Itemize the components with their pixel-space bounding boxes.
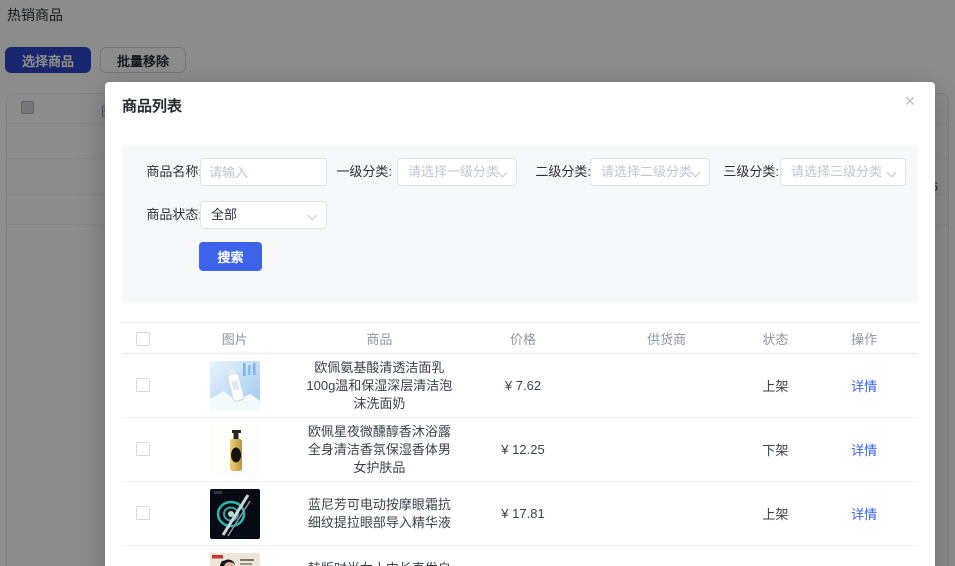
product-image-cell <box>164 552 306 566</box>
chevron-down-icon <box>690 167 701 178</box>
row-action-cell: 详情 <box>810 504 918 524</box>
category3-select[interactable]: 请选择三级分类 <box>780 158 906 186</box>
product-table: 图片 商品 价格 供货商 状态 操作 欧佩氨基酸清透洁面乳100g温和保湿深层清… <box>122 322 918 566</box>
product-image-cell <box>164 488 306 539</box>
table-row: 欧佩星夜微醺醇香沐浴露全身清洁香氛保湿香体男女护肤品 ¥ 12.25 下架 详情 <box>122 418 918 482</box>
category1-label: 一级分类: <box>336 164 392 179</box>
search-button[interactable]: 搜索 <box>199 242 262 271</box>
column-header-price: 价格 <box>509 331 536 347</box>
category1-select-value: 请选择一级分类 <box>408 164 500 179</box>
table-row: 韩版时尚女士中长直发自然假发套 <box>122 546 918 566</box>
product-price: ¥ 12.25 <box>501 442 545 457</box>
product-name: 欧佩氨基酸清透洁面乳100g温和保湿深层清洁泡沫洗面奶 <box>306 359 453 411</box>
detail-link[interactable]: 详情 <box>851 379 877 394</box>
row-action-cell: 详情 <box>810 376 918 396</box>
row-checkbox-cell <box>122 441 164 459</box>
product-image <box>209 552 260 566</box>
close-icon[interactable]: ✕ <box>899 90 921 112</box>
column-header-product: 商品 <box>366 331 393 347</box>
product-status: 上架 <box>762 379 789 394</box>
modal-title: 商品列表 <box>122 98 183 115</box>
detail-link[interactable]: 详情 <box>851 443 877 458</box>
product-list-modal: 商品列表 ✕ 商品名称: 一级分类: 请选择一级分类 二级分类: 请选择二级分类… <box>105 82 935 566</box>
category3-label: 三级分类: <box>723 164 779 179</box>
product-name: 韩版时尚女士中长直发自然假发套 <box>306 560 454 566</box>
select-all-checkbox[interactable] <box>135 331 150 346</box>
category2-select[interactable]: 请选择二级分类 <box>590 158 710 186</box>
product-image <box>209 488 260 539</box>
product-status: 下架 <box>762 443 789 458</box>
table-row: 欧佩氨基酸清透洁面乳100g温和保湿深层清洁泡沫洗面奶 ¥ 7.62 上架 详情 <box>122 354 918 418</box>
product-price: ¥ 17.81 <box>501 506 545 521</box>
product-image <box>209 424 260 475</box>
table-row: 蓝尼芳可电动按摩眼霜抗细纹提拉眼部导入精华液 ¥ 17.81 上架 详情 <box>122 482 918 546</box>
product-image-cell <box>164 424 306 475</box>
row-checkbox-cell <box>122 377 164 395</box>
column-header-image: 图片 <box>221 331 248 347</box>
product-name-label: 商品名称: <box>146 164 202 179</box>
product-image <box>209 360 260 411</box>
row-checkbox[interactable] <box>135 442 150 457</box>
product-name: 蓝尼芳可电动按摩眼霜抗细纹提拉眼部导入精华液 <box>307 496 451 530</box>
category3-select-value: 请选择三级分类 <box>791 164 883 179</box>
product-status: 上架 <box>762 507 789 522</box>
product-table-body: 欧佩氨基酸清透洁面乳100g温和保湿深层清洁泡沫洗面奶 ¥ 7.62 上架 详情 欧佩星… <box>122 354 918 566</box>
product-name: 欧佩星夜微醺醇香沐浴露全身清洁香氛保湿香体男女护肤品 <box>307 423 451 475</box>
product-status-label: 商品状态: <box>146 207 202 222</box>
row-checkbox[interactable] <box>135 378 150 393</box>
product-name-input[interactable] <box>200 158 327 186</box>
product-status-select-value: 全部 <box>211 207 238 222</box>
product-price: ¥ 7.62 <box>504 378 542 393</box>
chevron-down-icon <box>307 210 318 221</box>
category1-select[interactable]: 请选择一级分类 <box>397 158 517 186</box>
row-checkbox-cell <box>122 505 164 523</box>
column-header-status: 状态 <box>762 331 789 347</box>
product-status-select[interactable]: 全部 <box>200 201 327 229</box>
filter-panel: 商品名称: 一级分类: 请选择一级分类 二级分类: 请选择二级分类 三级分类: … <box>122 145 918 303</box>
detail-link[interactable]: 详情 <box>851 507 877 522</box>
row-action-cell: 详情 <box>810 440 918 460</box>
chevron-down-icon <box>497 167 508 178</box>
column-header-supplier: 供货商 <box>647 331 687 347</box>
screen: 热销商品 选择商品 批量移除 图片 16 商品列表 ✕ 商品名称: 一级分类: … <box>0 0 955 566</box>
product-image-cell <box>164 360 306 411</box>
chevron-down-icon <box>886 167 897 178</box>
column-header-action: 操作 <box>851 331 878 347</box>
table-header-checkbox-cell <box>122 330 164 346</box>
table-header-row: 图片 商品 价格 供货商 状态 操作 <box>122 322 918 354</box>
row-checkbox[interactable] <box>135 506 150 521</box>
category2-select-value: 请选择二级分类 <box>601 164 693 179</box>
category2-label: 二级分类: <box>535 164 591 179</box>
